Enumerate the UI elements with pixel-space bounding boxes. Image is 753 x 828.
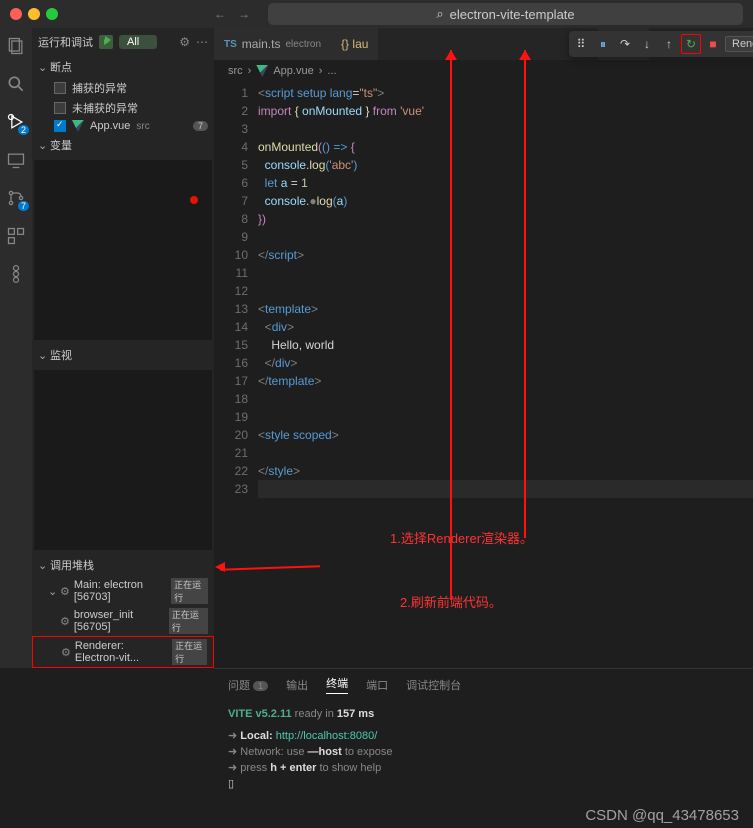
breakpoints-section[interactable]: ⌄断点 bbox=[32, 56, 214, 78]
breadcrumb[interactable]: src› App.vue› ... bbox=[214, 60, 753, 82]
window-maximize-icon[interactable] bbox=[46, 8, 58, 20]
activity-bar: 2 7 bbox=[0, 28, 32, 668]
watermark: CSDN @qq_43478653 bbox=[585, 807, 739, 824]
watch-panel bbox=[34, 370, 212, 550]
variables-panel bbox=[34, 160, 212, 340]
debug-sidebar: 运行和调试 All ⚙ ⋯ ⌄断点 捕获的异常 未捕获的异常 App.vuesr… bbox=[32, 28, 214, 668]
variables-section[interactable]: ⌄变量 bbox=[32, 134, 214, 156]
callstack-section[interactable]: ⌄调用堆栈 bbox=[32, 554, 214, 576]
editor-area: TSmain.tselectron {} lau .tssrc ⠿ ⏸ ↷ ↓ … bbox=[214, 28, 753, 668]
tab-terminal[interactable]: 终端 bbox=[326, 675, 348, 694]
project-title: electron-vite-template bbox=[450, 7, 575, 22]
figma-icon[interactable] bbox=[6, 264, 26, 284]
debug-config-dropdown[interactable]: All bbox=[119, 35, 157, 49]
caught-exceptions-item[interactable]: 捕获的异常 bbox=[32, 78, 214, 98]
debug-target-dropdown[interactable]: Renderer bbox=[725, 36, 753, 52]
command-center[interactable]: ⌕ electron-vite-template bbox=[268, 3, 743, 25]
callstack-item-renderer[interactable]: ⚙Renderer: Electron-vit...正在运行 bbox=[32, 636, 214, 668]
remote-icon[interactable] bbox=[6, 150, 26, 170]
extensions-icon[interactable] bbox=[6, 226, 26, 246]
tab-bar: TSmain.tselectron {} lau .tssrc ⠿ ⏸ ↷ ↓ … bbox=[214, 28, 753, 60]
gear-icon[interactable]: ⚙ bbox=[179, 35, 190, 49]
terminal-output[interactable]: VITE v5.2.11 ready in 157 ms ➜ Local: ht… bbox=[214, 700, 753, 798]
pause-icon[interactable]: ⏸ bbox=[593, 34, 613, 54]
terminal-tabs: 问题 1 输出 终端 端口 调试控制台 bbox=[214, 669, 753, 700]
grip-icon[interactable]: ⠿ bbox=[571, 34, 591, 54]
terminal-panel: 问题 1 输出 终端 端口 调试控制台 VITE v5.2.11 ready i… bbox=[214, 668, 753, 802]
tab-ports[interactable]: 端口 bbox=[366, 677, 388, 693]
search-icon: ⌕ bbox=[436, 6, 443, 22]
window-close-icon[interactable] bbox=[10, 8, 22, 20]
checkbox-icon[interactable] bbox=[54, 82, 66, 94]
title-bar: ← → ⌕ electron-vite-template bbox=[0, 0, 753, 28]
more-icon[interactable]: ⋯ bbox=[196, 35, 208, 49]
step-out-icon[interactable]: ↑ bbox=[659, 34, 679, 54]
nav-back-icon[interactable]: ← bbox=[214, 7, 226, 21]
explorer-icon[interactable] bbox=[6, 36, 26, 56]
tab-launch[interactable]: {} lau bbox=[331, 28, 378, 60]
tab-output[interactable]: 输出 bbox=[286, 677, 308, 693]
tab-problems[interactable]: 问题 1 bbox=[228, 677, 268, 693]
run-debug-label: 运行和调试 bbox=[38, 34, 93, 50]
checkbox-checked-icon[interactable] bbox=[54, 120, 66, 132]
callstack-item[interactable]: ⌄⚙Main: electron [56703]正在运行 bbox=[32, 576, 214, 606]
breakpoint-file-item[interactable]: App.vuesrc7 bbox=[32, 118, 214, 134]
stop-icon[interactable]: ■ bbox=[703, 34, 723, 54]
line-gutter: 1234567891011121314151617181920212223 bbox=[214, 82, 258, 668]
restart-icon[interactable]: ↻ bbox=[681, 34, 701, 54]
source-control-icon[interactable]: 7 bbox=[6, 188, 26, 208]
debug-toolbar[interactable]: ⠿ ⏸ ↷ ↓ ↑ ↻ ■ Renderer bbox=[569, 31, 753, 57]
code-editor[interactable]: 1234567891011121314151617181920212223 <s… bbox=[214, 82, 753, 668]
tab-debug-console[interactable]: 调试控制台 bbox=[406, 677, 461, 693]
step-into-icon[interactable]: ↓ bbox=[637, 34, 657, 54]
step-over-icon[interactable]: ↷ bbox=[615, 34, 635, 54]
vue-icon bbox=[256, 65, 268, 77]
checkbox-icon[interactable] bbox=[54, 102, 66, 114]
code-content[interactable]: <script setup lang="ts"> import { onMoun… bbox=[258, 82, 753, 668]
search-icon[interactable] bbox=[6, 74, 26, 94]
window-minimize-icon[interactable] bbox=[28, 8, 40, 20]
callstack-item[interactable]: ⚙browser_init [56705]正在运行 bbox=[32, 606, 214, 636]
debug-icon[interactable]: 2 bbox=[6, 112, 26, 132]
vue-icon bbox=[72, 120, 84, 132]
watch-section[interactable]: ⌄监视 bbox=[32, 344, 214, 366]
nav-forward-icon[interactable]: → bbox=[238, 7, 250, 21]
ts-icon: TS bbox=[224, 39, 237, 50]
tab-main-ts[interactable]: TSmain.tselectron bbox=[214, 28, 331, 60]
uncaught-exceptions-item[interactable]: 未捕获的异常 bbox=[32, 98, 214, 118]
